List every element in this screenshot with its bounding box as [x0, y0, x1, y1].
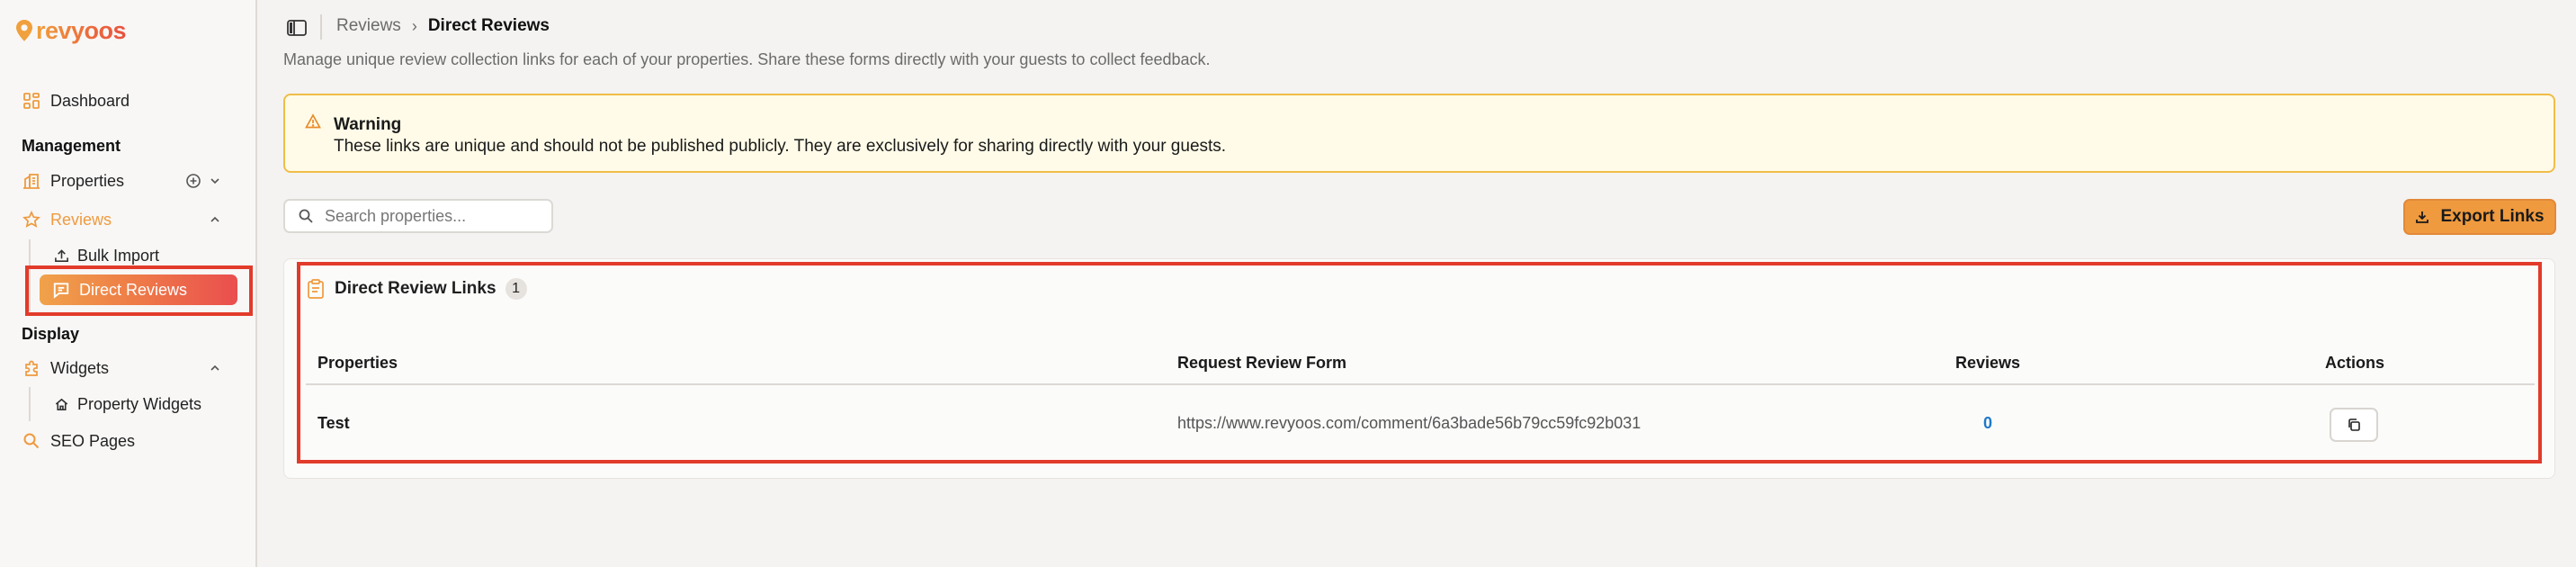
sidebar-toggle-icon[interactable]	[286, 18, 308, 38]
page-subtitle: Manage unique review collection links fo…	[283, 50, 1211, 68]
alert-triangle-icon	[305, 113, 321, 129]
sidebar-item-seo-pages[interactable]: SEO Pages	[22, 425, 135, 457]
chevron-right-icon: ›	[411, 16, 417, 35]
home-icon	[52, 395, 70, 413]
brand-logo[interactable]: revyoos	[14, 14, 127, 47]
export-links-label: Export Links	[2440, 207, 2545, 226]
sidebar-item-property-widgets[interactable]: Property Widgets	[52, 389, 201, 419]
warning-title: Warning	[334, 115, 402, 134]
warning-text: These links are unique and should not be…	[334, 137, 1227, 156]
sidebar-item-widgets[interactable]: Widgets	[22, 352, 109, 384]
search-box	[283, 199, 553, 233]
search-icon	[22, 431, 41, 451]
sidebar-item-label: Reviews	[50, 210, 112, 229]
warning-banner: Warning These links are unique and shoul…	[283, 94, 2555, 173]
breadcrumb-item-reviews[interactable]: Reviews	[336, 16, 401, 36]
section-label-management: Management	[22, 137, 121, 155]
section-label-display: Display	[22, 325, 80, 343]
search-icon	[299, 209, 313, 223]
sidebar-item-label: Dashboard	[50, 91, 130, 110]
sidebar-item-label: Widgets	[50, 358, 110, 377]
star-icon	[22, 210, 41, 230]
dashboard-icon	[22, 91, 41, 111]
sidebar-item-label: Properties	[50, 171, 125, 190]
search-input[interactable]	[325, 206, 532, 226]
annotation-highlight-sidebar	[25, 266, 253, 316]
sidebar-item-properties[interactable]: Properties	[22, 165, 124, 197]
breadcrumb-item-current: Direct Reviews	[427, 16, 550, 35]
upload-icon	[52, 247, 70, 265]
download-icon	[2416, 212, 2429, 223]
tree-line	[29, 387, 31, 421]
building-icon	[22, 171, 41, 191]
chevron-up-icon[interactable]	[209, 213, 221, 226]
annotation-highlight-table	[297, 262, 2542, 464]
chevron-down-icon[interactable]	[209, 175, 221, 187]
sidebar-item-label: Bulk Import	[77, 246, 160, 265]
breadcrumb: Reviews › Direct Reviews	[336, 16, 550, 36]
sidebar-item-dashboard[interactable]: Dashboard	[22, 85, 130, 117]
sidebar-item-label: Property Widgets	[77, 394, 202, 413]
sidebar-item-label: SEO Pages	[50, 431, 136, 450]
sidebar-item-reviews[interactable]: Reviews	[22, 203, 112, 236]
sidebar: revyoos Dashboard Management Properties …	[0, 0, 257, 567]
add-property-icon[interactable]	[185, 173, 201, 189]
puzzle-icon	[22, 358, 41, 378]
map-pin-logo-icon	[16, 20, 32, 41]
topbar-divider	[320, 14, 322, 40]
export-links-button[interactable]: Export Links	[2403, 199, 2556, 235]
chevron-up-icon[interactable]	[209, 362, 221, 374]
brand-name: revyoos	[36, 16, 127, 44]
